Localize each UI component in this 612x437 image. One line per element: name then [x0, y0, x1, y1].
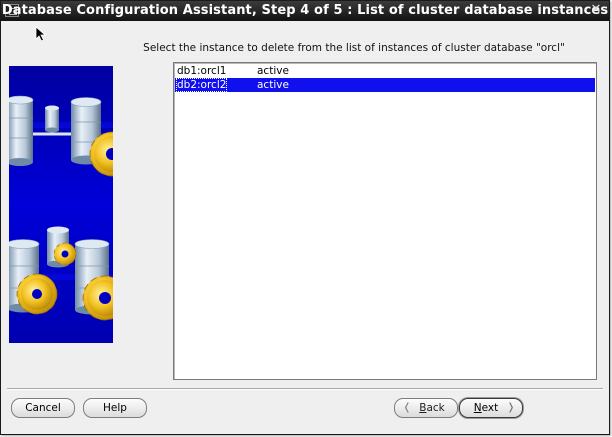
window-title: Database Configuration Assistant, Step 4… [1, 3, 609, 18]
help-button-label: Help [103, 402, 127, 414]
title-bar[interactable]: Database Configuration Assistant, Step 4… [1, 1, 609, 21]
help-button[interactable]: Help [83, 398, 147, 418]
dialog-window: Database Configuration Assistant, Step 4… [0, 0, 610, 435]
back-button[interactable]: ❬ Back [394, 398, 458, 418]
close-icon[interactable]: ✕ [588, 2, 604, 18]
instance-name: db2:orcl2 [176, 78, 228, 92]
instance-status: active [257, 79, 289, 91]
instance-list[interactable]: db1:orcl1 active db2:orcl2 active [173, 62, 597, 380]
chevron-right-icon: ❭ [506, 402, 516, 413]
instance-status: active [257, 65, 289, 77]
footer-separator [7, 388, 603, 390]
instance-row-0[interactable]: db1:orcl1 active [175, 64, 595, 78]
instance-name: db1:orcl1 [177, 65, 227, 77]
instruction-text: Select the instance to delete from the l… [143, 42, 565, 54]
database-illustration [9, 66, 113, 343]
next-button-label: Next [473, 402, 499, 414]
instance-row-1[interactable]: db2:orcl2 active [175, 78, 595, 92]
cancel-button[interactable]: Cancel [11, 398, 75, 418]
next-button[interactable]: Next ❭ [459, 398, 523, 418]
mouse-pointer-icon [35, 26, 47, 42]
cancel-button-label: Cancel [25, 402, 61, 414]
chevron-left-icon: ❬ [402, 402, 412, 413]
